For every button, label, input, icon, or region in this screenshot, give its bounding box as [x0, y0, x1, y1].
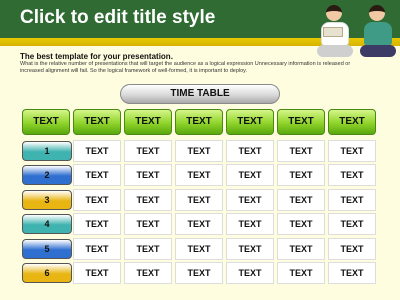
table-cell[interactable]: TEXT: [73, 188, 121, 211]
table-cell[interactable]: TEXT: [277, 262, 325, 284]
row-number-cell[interactable]: 2: [22, 165, 72, 186]
student-legs: [360, 45, 396, 57]
student-head: [326, 5, 342, 21]
table-cell[interactable]: TEXT: [73, 237, 121, 260]
header-cell[interactable]: TEXT: [73, 109, 121, 135]
student-body: [364, 22, 392, 46]
timetable-label[interactable]: TIME TABLE: [120, 84, 280, 104]
table-cell[interactable]: TEXT: [175, 237, 223, 260]
student-legs: [317, 45, 353, 57]
table-cell[interactable]: TEXT: [175, 140, 223, 162]
table-cell[interactable]: TEXT: [226, 164, 274, 187]
table-cell[interactable]: TEXT: [277, 164, 325, 187]
table-cell[interactable]: TEXT: [73, 164, 121, 187]
slide-title[interactable]: Click to edit title style: [20, 7, 215, 29]
table-cell[interactable]: TEXT: [73, 262, 121, 284]
description-text[interactable]: What is the relative number of presentat…: [20, 61, 360, 75]
table-cell[interactable]: TEXT: [226, 213, 274, 236]
table-cell[interactable]: TEXT: [124, 140, 172, 162]
header-cell[interactable]: TEXT: [277, 109, 325, 135]
row-number-cell[interactable]: 6: [22, 263, 72, 283]
table-cell[interactable]: TEXT: [73, 140, 121, 162]
table-cell[interactable]: TEXT: [226, 237, 274, 260]
table-cell[interactable]: TEXT: [124, 188, 172, 211]
table-cell[interactable]: TEXT: [226, 262, 274, 284]
header-cell[interactable]: TEXT: [175, 109, 223, 135]
table-cell[interactable]: TEXT: [124, 164, 172, 187]
table-cell[interactable]: TEXT: [328, 164, 376, 187]
table-cell[interactable]: TEXT: [124, 213, 172, 236]
subtitle[interactable]: The best template for your presentation.: [20, 52, 173, 61]
header-cell[interactable]: TEXT: [328, 109, 376, 135]
table-cell[interactable]: TEXT: [277, 237, 325, 260]
table-cell[interactable]: TEXT: [226, 188, 274, 211]
student-head: [369, 5, 385, 21]
header-cell[interactable]: TEXT: [124, 109, 172, 135]
student-photo: [315, 3, 355, 59]
table-cell[interactable]: TEXT: [124, 237, 172, 260]
table-cell[interactable]: TEXT: [175, 188, 223, 211]
row-number-cell[interactable]: 4: [22, 214, 72, 235]
table-cell[interactable]: TEXT: [328, 262, 376, 284]
student-photo: [358, 3, 398, 59]
table-cell[interactable]: TEXT: [277, 140, 325, 162]
table-cell[interactable]: TEXT: [328, 237, 376, 260]
row-number-cell[interactable]: 1: [22, 141, 72, 161]
table-cell[interactable]: TEXT: [277, 213, 325, 236]
row-number-cell[interactable]: 5: [22, 238, 72, 259]
header-cell[interactable]: TEXT: [22, 109, 70, 135]
table-cell[interactable]: TEXT: [226, 140, 274, 162]
table-cell[interactable]: TEXT: [124, 262, 172, 284]
table-cell[interactable]: TEXT: [73, 213, 121, 236]
table-cell[interactable]: TEXT: [328, 188, 376, 211]
table-cell[interactable]: TEXT: [328, 140, 376, 162]
header-cell[interactable]: TEXT: [226, 109, 274, 135]
table-cell[interactable]: TEXT: [175, 262, 223, 284]
table-cell[interactable]: TEXT: [328, 213, 376, 236]
table-cell[interactable]: TEXT: [175, 164, 223, 187]
table-cell[interactable]: TEXT: [277, 188, 325, 211]
row-number-cell[interactable]: 3: [22, 189, 72, 210]
book-icon: [323, 27, 343, 37]
table-cell[interactable]: TEXT: [175, 213, 223, 236]
